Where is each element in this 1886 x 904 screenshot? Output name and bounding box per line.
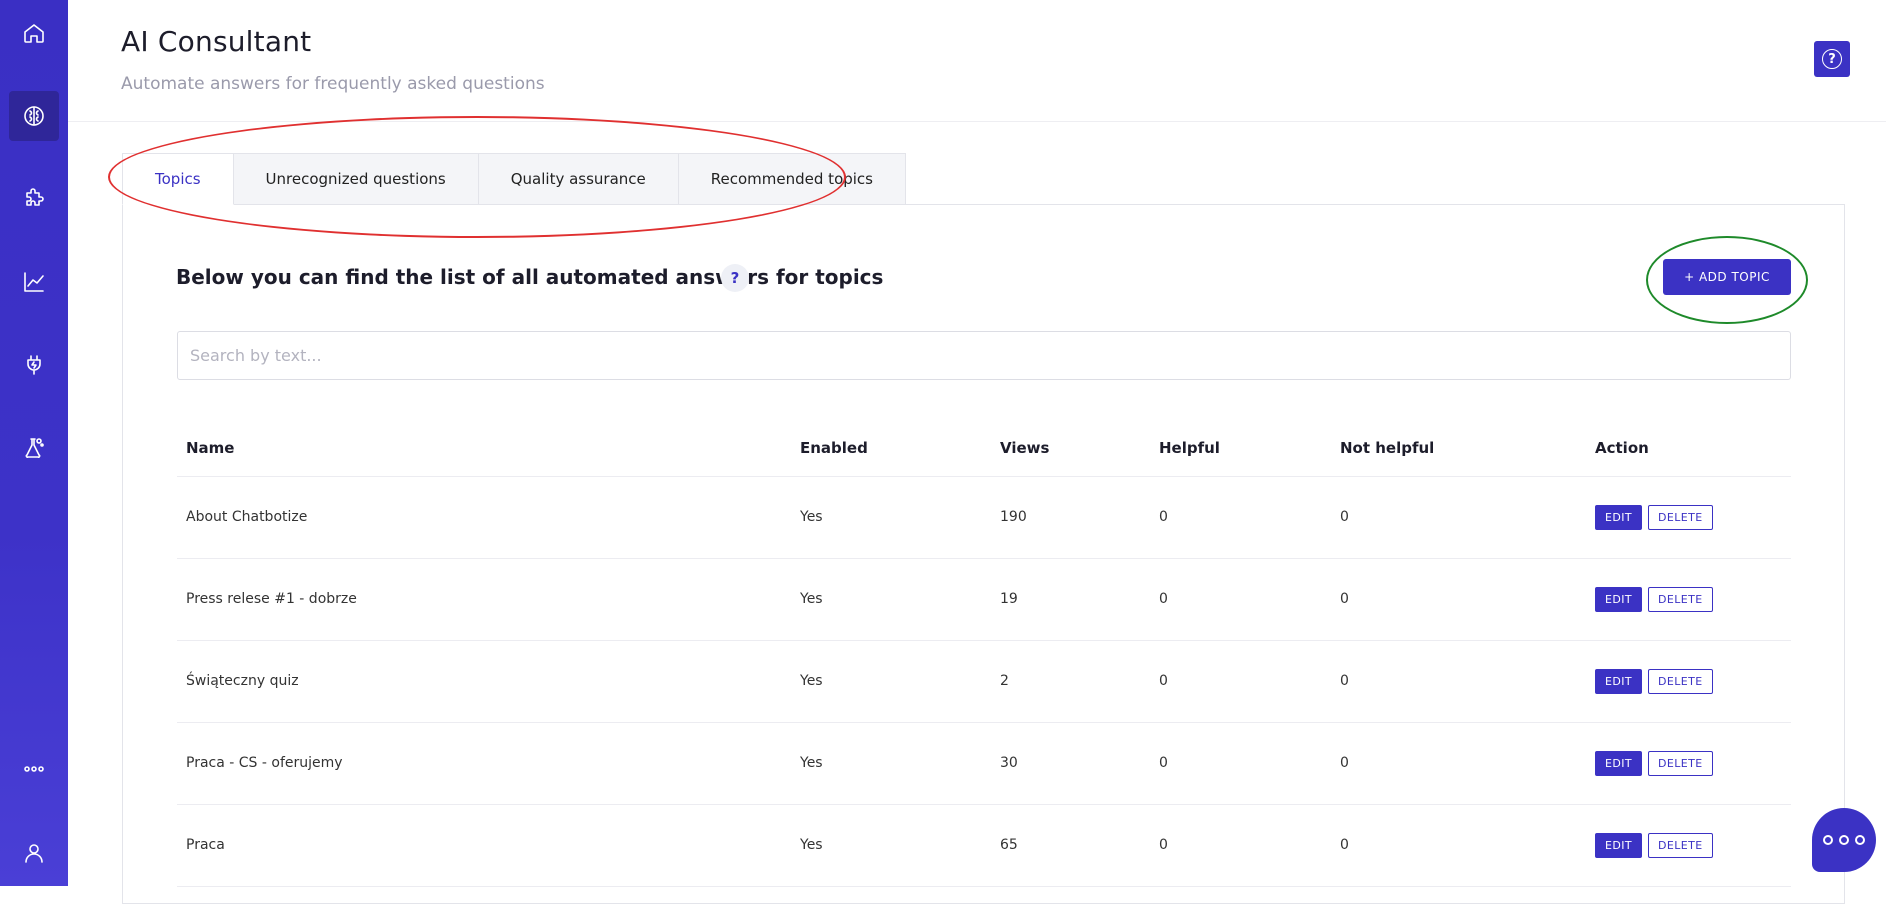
- page-header: AI Consultant Automate answers for frequ…: [68, 0, 1886, 122]
- delete-button[interactable]: DELETE: [1647, 750, 1713, 776]
- column-header-not-helpful: Not helpful: [1331, 420, 1586, 477]
- cell-action: EDIT DELETE: [1586, 476, 1791, 559]
- panel-heading: Below you can find the list of all autom…: [176, 265, 884, 289]
- plug-icon: [27, 355, 41, 375]
- cell-helpful: 0: [1150, 640, 1331, 723]
- cell-views: 65: [991, 804, 1150, 887]
- table-row: Press relese #1 - dobrze Yes 19 0 0 EDIT…: [177, 558, 1791, 641]
- delete-button[interactable]: DELETE: [1647, 504, 1713, 530]
- sidebar-item-ai-consultant[interactable]: [9, 91, 59, 141]
- help-icon: ?: [1822, 49, 1842, 69]
- table-row: Praca - CS - oferujemy Yes 30 0 0 EDIT DE…: [177, 722, 1791, 805]
- edit-button[interactable]: EDIT: [1595, 832, 1642, 858]
- search-input[interactable]: [177, 331, 1791, 380]
- cell-name: Praca - CS - oferujemy: [177, 722, 791, 805]
- page-title: AI Consultant: [121, 25, 312, 58]
- chat-dot-icon: [1839, 835, 1849, 845]
- cell-enabled: Yes: [791, 722, 991, 805]
- puzzle-icon: [26, 188, 44, 206]
- more-icon: [24, 766, 44, 772]
- cell-helpful: 0: [1150, 804, 1331, 887]
- cell-helpful: 0: [1150, 476, 1331, 559]
- cell-not-helpful: 0: [1331, 476, 1586, 559]
- cell-action: EDIT DELETE: [1586, 558, 1791, 641]
- column-header-views: Views: [991, 420, 1150, 477]
- cell-name: Press relese #1 - dobrze: [177, 558, 791, 641]
- delete-button[interactable]: DELETE: [1647, 668, 1713, 694]
- tab-unrecognized-questions[interactable]: Unrecognized questions: [233, 153, 479, 205]
- sidebar: [0, 0, 68, 886]
- column-header-enabled: Enabled: [791, 420, 991, 477]
- tab-topics[interactable]: Topics: [122, 153, 234, 205]
- column-header-helpful: Helpful: [1150, 420, 1331, 477]
- cell-views: 19: [991, 558, 1150, 641]
- cell-helpful: 0: [1150, 558, 1331, 641]
- sidebar-item-connections[interactable]: [9, 340, 59, 390]
- cell-enabled: Yes: [791, 476, 991, 559]
- tab-recommended-topics[interactable]: Recommended topics: [678, 153, 906, 205]
- chat-dot-icon: [1855, 835, 1865, 845]
- page-subtitle: Automate answers for frequently asked qu…: [121, 74, 545, 94]
- chat-dot-icon: [1823, 835, 1833, 845]
- table-header-row: Name Enabled Views Helpful Not helpful A…: [177, 420, 1791, 477]
- edit-button[interactable]: EDIT: [1595, 504, 1642, 530]
- cell-name: Praca: [177, 804, 791, 887]
- cell-action: EDIT DELETE: [1586, 640, 1791, 723]
- sidebar-item-home[interactable]: [9, 8, 59, 58]
- column-header-name: Name: [177, 420, 791, 477]
- sidebar-item-analytics[interactable]: [9, 257, 59, 307]
- sidebar-item-integrations[interactable]: [9, 174, 59, 224]
- cell-action: EDIT DELETE: [1586, 804, 1791, 887]
- table-row: Praca Yes 65 0 0 EDIT DELETE: [177, 804, 1791, 887]
- delete-button[interactable]: DELETE: [1647, 586, 1713, 612]
- cell-not-helpful: 0: [1331, 722, 1586, 805]
- sidebar-item-more[interactable]: [9, 744, 59, 794]
- sidebar-item-lab[interactable]: [9, 423, 59, 473]
- brain-icon: [24, 106, 44, 126]
- cell-views: 2: [991, 640, 1150, 723]
- edit-button[interactable]: EDIT: [1595, 750, 1642, 776]
- cell-enabled: Yes: [791, 558, 991, 641]
- user-icon: [25, 844, 43, 863]
- table-row: About Chatbotize Yes 190 0 0 EDIT DELETE: [177, 476, 1791, 559]
- cell-views: 190: [991, 476, 1150, 559]
- cell-views: 30: [991, 722, 1150, 805]
- delete-button[interactable]: DELETE: [1647, 832, 1713, 858]
- cell-action: EDIT DELETE: [1586, 722, 1791, 805]
- add-topic-button[interactable]: + ADD TOPIC: [1663, 259, 1791, 295]
- cell-enabled: Yes: [791, 804, 991, 887]
- edit-button[interactable]: EDIT: [1595, 586, 1642, 612]
- tab-bar: Topics Unrecognized questions Quality as…: [122, 153, 906, 205]
- help-button[interactable]: ?: [1814, 41, 1850, 77]
- cell-not-helpful: 0: [1331, 804, 1586, 887]
- chat-widget-button[interactable]: [1812, 808, 1876, 872]
- home-icon: [24, 24, 44, 43]
- column-header-action: Action: [1586, 420, 1791, 477]
- table-row: Świąteczny quiz Yes 2 0 0 EDIT DELETE: [177, 640, 1791, 723]
- cell-not-helpful: 0: [1331, 640, 1586, 723]
- cell-helpful: 0: [1150, 722, 1331, 805]
- sidebar-item-profile[interactable]: [9, 828, 59, 878]
- cell-not-helpful: 0: [1331, 558, 1586, 641]
- chart-icon: [24, 272, 44, 292]
- cell-name: Świąteczny quiz: [177, 640, 791, 723]
- cell-enabled: Yes: [791, 640, 991, 723]
- topics-table: Name Enabled Views Helpful Not helpful A…: [177, 420, 1791, 887]
- tab-quality-assurance[interactable]: Quality assurance: [478, 153, 679, 205]
- flask-icon: [25, 438, 44, 458]
- info-icon[interactable]: ?: [721, 264, 749, 292]
- edit-button[interactable]: EDIT: [1595, 668, 1642, 694]
- cell-name: About Chatbotize: [177, 476, 791, 559]
